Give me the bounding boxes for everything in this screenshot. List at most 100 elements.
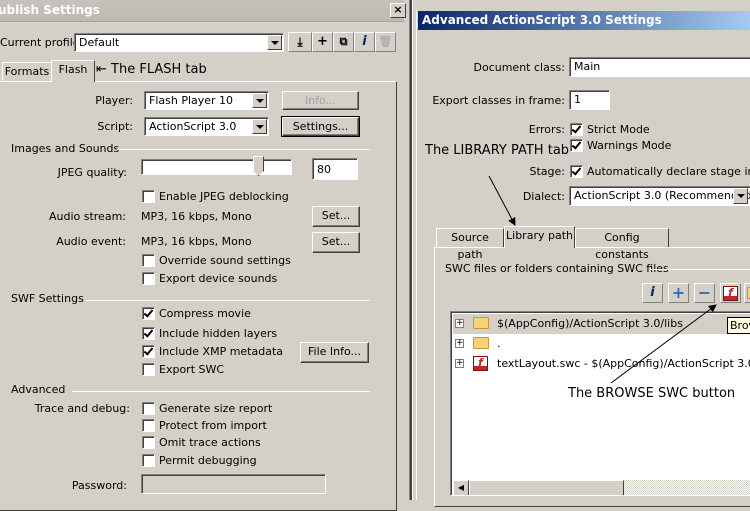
chevron-down-icon[interactable] xyxy=(733,188,748,204)
password-input[interactable] xyxy=(141,474,326,494)
publish-settings-dialog: ublish Settings × Current profile: Defau… xyxy=(0,0,410,511)
advanced-heading: Advanced xyxy=(11,383,66,396)
script-select[interactable]: ActionScript 3.0 xyxy=(144,117,269,136)
tree-row[interactable]: + $(AppConfig)/ActionScript 3.0/libs xyxy=(455,314,750,334)
divider xyxy=(86,300,370,301)
export-device-sounds-checkbox[interactable] xyxy=(142,272,155,285)
browse-swc-button[interactable]: f xyxy=(720,283,741,303)
add-profile-button[interactable]: + xyxy=(312,32,333,52)
export-frame-label: Export classes in frame: xyxy=(432,94,565,107)
horizontal-scrollbar[interactable]: ◀ xyxy=(453,480,750,495)
audio-stream-value: MP3, 16 kbps, Mono xyxy=(141,210,252,223)
dialect-select[interactable]: ActionScript 3.0 (Recommended) xyxy=(569,186,750,206)
script-value: ActionScript 3.0 xyxy=(149,120,237,133)
player-value: Flash Player 10 xyxy=(149,94,234,107)
include-hidden-layers-checkbox[interactable] xyxy=(142,327,155,340)
protect-from-import-checkbox[interactable] xyxy=(142,419,155,432)
duplicate-profile-button[interactable]: ⧉ xyxy=(333,32,354,52)
script-label: Script: xyxy=(97,120,133,133)
remove-path-button[interactable]: − xyxy=(694,283,715,303)
export-frame-input[interactable]: 1 xyxy=(569,90,610,110)
info-icon: i xyxy=(650,285,655,300)
scrollbar-thumb[interactable] xyxy=(469,480,624,495)
warnings-mode-label: Warnings Mode xyxy=(587,139,672,152)
chevron-down-icon[interactable] xyxy=(267,35,282,50)
browse-folder-button[interactable] xyxy=(744,283,750,303)
import-export-profile-button[interactable]: ⤓ xyxy=(288,32,312,52)
tab-source-path[interactable]: Source path xyxy=(436,228,504,261)
tab-library-path[interactable]: Library path xyxy=(504,226,575,248)
plus-icon: + xyxy=(671,283,686,302)
profile-info-button[interactable]: i xyxy=(354,32,375,52)
strict-mode-checkbox[interactable] xyxy=(570,123,583,136)
trace-debug-label: Trace and debug: xyxy=(34,402,130,415)
duplicate-icon: ⧉ xyxy=(339,35,348,48)
settings-button[interactable]: Settings... xyxy=(281,116,360,137)
tree-row[interactable]: + . xyxy=(455,334,750,354)
plus-icon: + xyxy=(317,34,328,49)
folder-icon xyxy=(473,337,489,349)
import-profile-icon: ⤓ xyxy=(297,35,303,49)
tree-row[interactable]: + f textLayout.swc - $(AppConfig)/Action… xyxy=(455,354,750,374)
tab-label: Flash xyxy=(58,63,88,76)
document-class-input[interactable]: Main xyxy=(569,57,750,77)
info-icon: i xyxy=(362,34,367,49)
audio-event-set-button[interactable]: Set... xyxy=(312,232,360,253)
include-hidden-layers-label: Include hidden layers xyxy=(159,327,278,340)
chevron-down-icon[interactable] xyxy=(252,119,267,134)
jpeg-quality-input[interactable]: 80 xyxy=(312,158,358,180)
expand-icon[interactable]: + xyxy=(455,319,464,328)
annotation-text: The FLASH tab xyxy=(111,62,207,77)
swc-flash-icon: f xyxy=(723,286,738,301)
folder-icon xyxy=(473,317,489,329)
permit-debugging-checkbox[interactable] xyxy=(142,454,155,467)
close-button[interactable]: × xyxy=(390,3,406,18)
library-path-tree[interactable]: + $(AppConfig)/ActionScript 3.0/libs + .… xyxy=(450,311,750,496)
auto-declare-stage-checkbox[interactable] xyxy=(570,165,583,178)
jpeg-quality-slider[interactable] xyxy=(141,159,292,175)
tab-config-constants[interactable]: Config constants xyxy=(575,228,669,261)
library-info-button[interactable]: i xyxy=(642,283,663,303)
trash-icon: 🗑 xyxy=(378,35,393,48)
annotation-browse-swc: The BROWSE SWC button xyxy=(568,386,736,401)
expand-icon[interactable]: + xyxy=(455,339,464,348)
override-sound-checkbox[interactable] xyxy=(142,254,155,267)
omit-trace-checkbox[interactable] xyxy=(142,436,155,449)
swf-settings-heading: SWF Settings xyxy=(11,292,84,305)
advanced-as3-titlebar: Advanced ActionScript 3.0 Settings xyxy=(418,11,750,30)
generate-size-report-checkbox[interactable] xyxy=(142,402,155,415)
tab-formats[interactable]: Formats xyxy=(2,62,52,81)
info-button[interactable]: Info... xyxy=(282,91,359,110)
divider xyxy=(650,269,750,270)
player-label: Player: xyxy=(95,94,133,107)
tooltip: Brow xyxy=(727,317,750,334)
export-swc-checkbox[interactable] xyxy=(142,363,155,376)
warnings-mode-checkbox[interactable] xyxy=(570,139,583,152)
add-path-button[interactable]: + xyxy=(668,283,689,303)
divider xyxy=(72,391,370,392)
delete-profile-button[interactable]: 🗑 xyxy=(375,32,396,52)
file-info-button[interactable]: File Info... xyxy=(300,342,369,363)
images-sounds-heading: Images and Sounds xyxy=(11,142,120,155)
scroll-left-arrow-icon[interactable]: ◀ xyxy=(453,480,469,495)
override-sound-label: Override sound settings xyxy=(159,254,291,267)
errors-label: Errors: xyxy=(528,123,565,136)
export-swc-label: Export SWC xyxy=(159,363,225,376)
swc-heading: SWC files or folders containing SWC file… xyxy=(445,262,669,275)
arrow-left-icon: ⇤ xyxy=(96,62,112,77)
permit-debugging-label: Permit debugging xyxy=(159,454,257,467)
enable-jpeg-deblocking-checkbox[interactable] xyxy=(142,190,155,203)
player-select[interactable]: Flash Player 10 xyxy=(144,91,269,110)
profile-select[interactable]: Default xyxy=(74,33,284,52)
compress-movie-label: Compress movie xyxy=(159,307,251,320)
omit-trace-label: Omit trace actions xyxy=(159,436,261,449)
audio-stream-set-button[interactable]: Set... xyxy=(312,206,360,227)
enable-jpeg-deblocking-label: Enable JPEG deblocking xyxy=(159,190,289,203)
protect-from-import-label: Protect from import xyxy=(159,419,267,432)
expand-icon[interactable]: + xyxy=(455,359,464,368)
compress-movie-checkbox[interactable] xyxy=(142,307,155,320)
include-xmp-checkbox[interactable] xyxy=(142,345,155,358)
chevron-down-icon[interactable] xyxy=(252,93,267,108)
dialect-label: Dialect: xyxy=(522,190,565,203)
tab-flash[interactable]: Flash xyxy=(51,60,95,82)
